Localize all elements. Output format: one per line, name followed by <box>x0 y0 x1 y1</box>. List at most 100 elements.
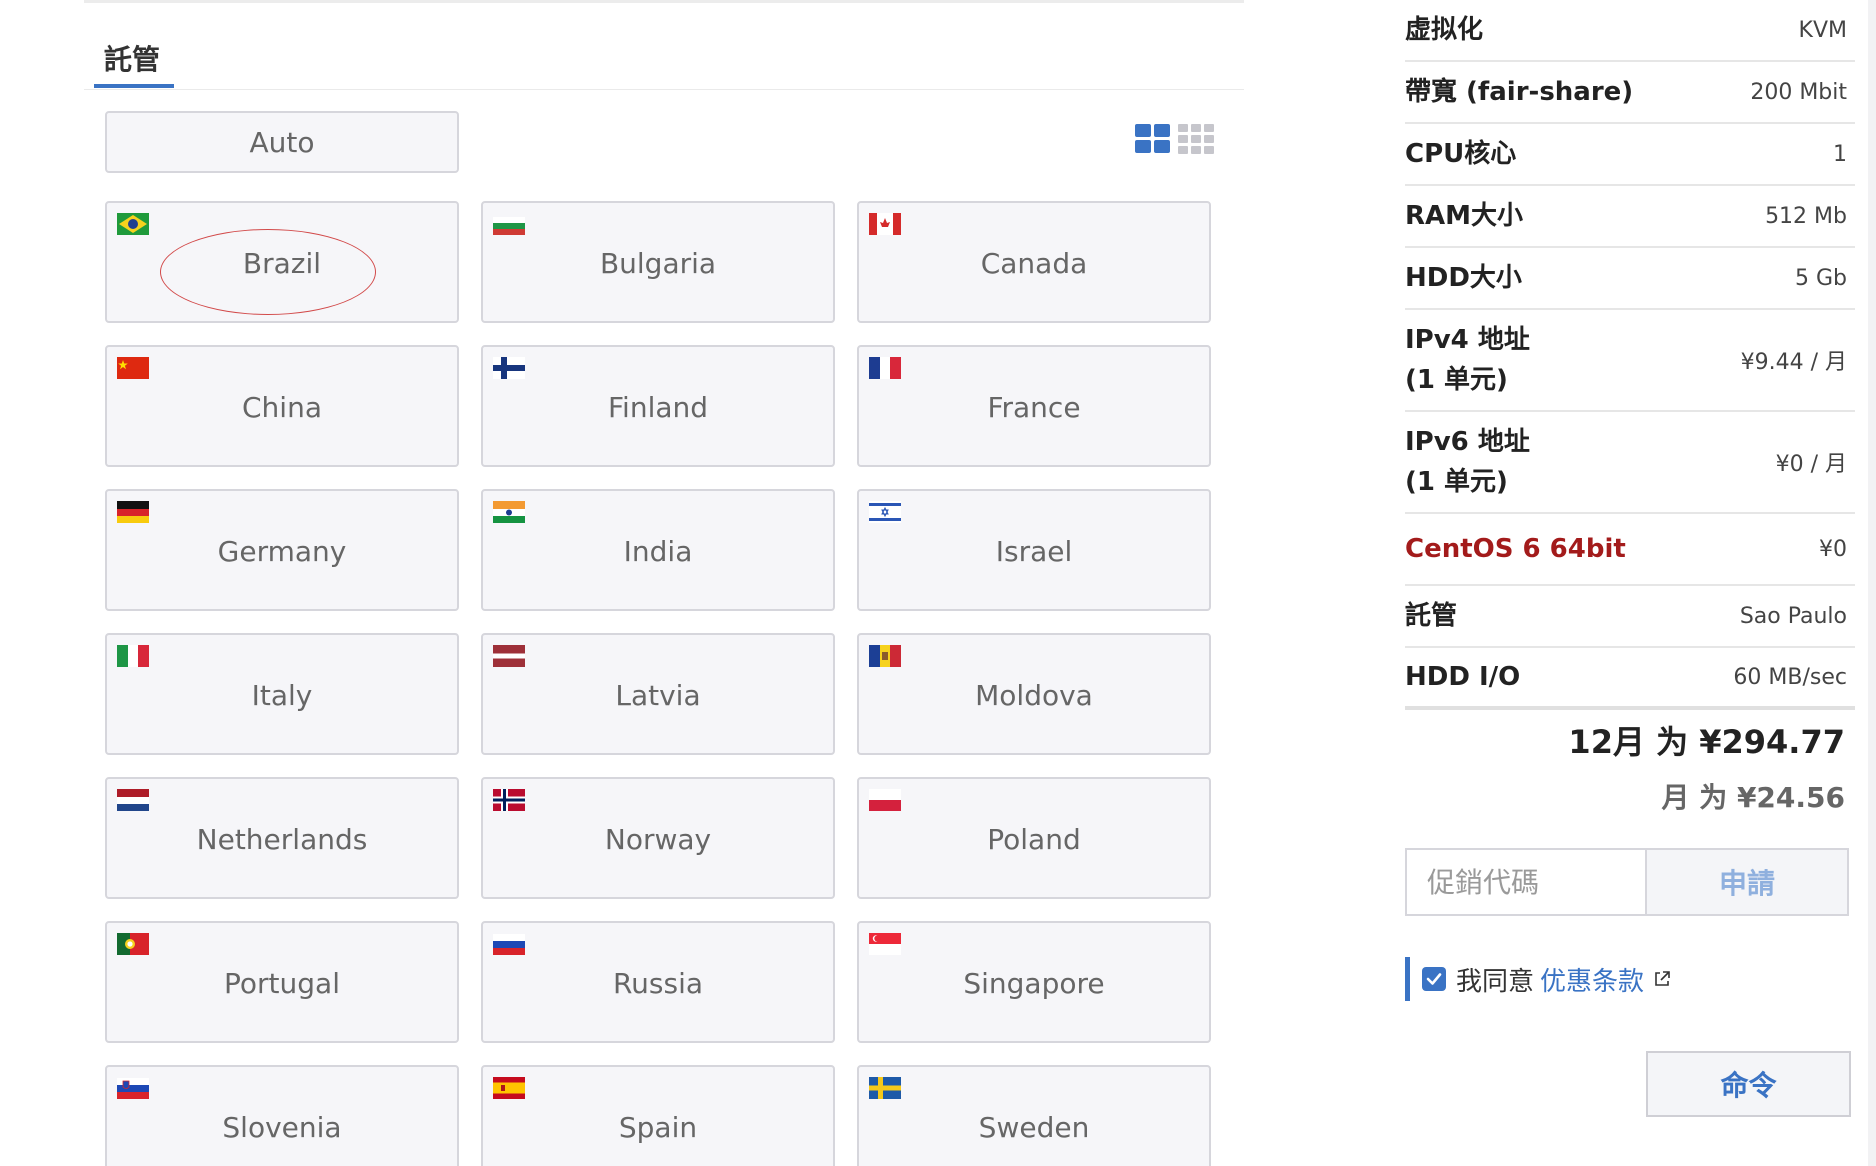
tab-bar: 託管 <box>84 30 1244 90</box>
spec-row-ipv4: IPv4 地址 (1 单元) ¥9.44 / 月 <box>1405 310 1855 412</box>
country-card-portugal[interactable]: Portugal <box>105 921 459 1043</box>
flag-germany-icon <box>117 501 149 523</box>
promo-code-input[interactable] <box>1407 850 1645 914</box>
spec-label: 虚拟化 <box>1405 15 1484 45</box>
large-grid-icon[interactable] <box>1135 124 1170 154</box>
country-name: Germany <box>217 534 347 568</box>
country-card-singapore[interactable]: Singapore <box>857 921 1211 1043</box>
flag-norway-icon <box>493 789 525 811</box>
spec-label: HDD大小 <box>1405 263 1522 293</box>
location-panel: 託管 Auto Brazil Bulgaria Canada China Fin… <box>0 0 1345 1166</box>
spec-row-cpu: CPU核心 1 <box>1405 124 1855 186</box>
country-card-china[interactable]: China <box>105 345 459 467</box>
country-name: Singapore <box>963 966 1105 1000</box>
apply-promo-button[interactable]: 申請 <box>1645 850 1847 914</box>
spec-value: ¥0 / 月 <box>1775 452 1847 477</box>
price-12-months: 12月 为 ¥294.77 <box>1568 723 1845 761</box>
spec-label: 託管 <box>1405 601 1458 631</box>
country-name: Canada <box>980 246 1088 280</box>
country-card-spain[interactable]: Spain <box>481 1065 835 1166</box>
flag-italy-icon <box>117 645 149 667</box>
country-card-france[interactable]: France <box>857 345 1211 467</box>
flag-brazil-icon <box>117 213 149 235</box>
spec-label: 帶寬 (fair-share) <box>1405 77 1634 107</box>
country-name: Spain <box>618 1110 698 1144</box>
country-card-india[interactable]: India <box>481 489 835 611</box>
country-name: Norway <box>604 822 712 856</box>
spec-value: 200 Mbit <box>1750 79 1847 105</box>
country-card-latvia[interactable]: Latvia <box>481 633 835 755</box>
spec-value: 60 MB/sec <box>1733 664 1847 690</box>
country-card-norway[interactable]: Norway <box>481 777 835 899</box>
view-toggle <box>1135 124 1214 154</box>
country-name: France <box>987 390 1081 424</box>
tab-hosting[interactable]: 託管 <box>94 30 170 89</box>
country-name: Slovenia <box>222 1110 342 1144</box>
country-name: Netherlands <box>196 822 368 856</box>
promo-code-group: 申請 <box>1405 848 1849 916</box>
flag-slovenia-icon <box>117 1078 149 1099</box>
country-name: Sweden <box>978 1110 1090 1144</box>
country-card-sweden[interactable]: Sweden <box>857 1065 1211 1166</box>
country-name: Latvia <box>615 678 701 712</box>
country-card-finland[interactable]: Finland <box>481 345 835 467</box>
flag-russia-icon <box>493 934 525 955</box>
flag-finland-icon <box>493 357 525 379</box>
country-name: Portugal <box>224 966 340 1000</box>
country-card-bulgaria[interactable]: Bulgaria <box>481 201 835 323</box>
country-name: Bulgaria <box>599 246 717 280</box>
external-link-icon[interactable] <box>1652 969 1672 989</box>
country-name: India <box>623 534 693 568</box>
country-name: Poland <box>987 822 1081 856</box>
spec-label-line1: IPv6 地址 <box>1405 427 1530 457</box>
auto-location-button[interactable]: Auto <box>105 111 459 173</box>
country-name: Italy <box>251 678 313 712</box>
spec-label: CentOS 6 64bit <box>1405 534 1626 564</box>
order-summary-panel: 虚拟化 KVM 帶寬 (fair-share) 200 Mbit CPU核心 1… <box>1345 0 1876 1166</box>
country-card-slovenia[interactable]: Slovenia <box>105 1065 459 1166</box>
spec-row-hdd: HDD大小 5 Gb <box>1405 248 1855 310</box>
flag-france-icon <box>869 357 901 379</box>
country-card-canada[interactable]: Canada <box>857 201 1211 323</box>
flag-moldova-icon <box>869 645 901 667</box>
spec-row-virtualization: 虚拟化 KVM <box>1405 0 1855 62</box>
order-summary-card: 虚拟化 KVM 帶寬 (fair-share) 200 Mbit CPU核心 1… <box>1345 0 1868 1166</box>
spec-row-hdd-io: HDD I/O 60 MB/sec <box>1405 648 1855 710</box>
country-card-brazil[interactable]: Brazil <box>105 201 459 323</box>
spec-row-os: CentOS 6 64bit ¥0 <box>1405 514 1855 586</box>
country-card-italy[interactable]: Italy <box>105 633 459 755</box>
spec-row-ipv6: IPv6 地址 (1 单元) ¥0 / 月 <box>1405 412 1855 514</box>
terms-link[interactable]: 优惠条款 <box>1540 961 1644 998</box>
flag-portugal-icon <box>117 933 149 955</box>
country-name: Israel <box>995 534 1073 568</box>
spec-row-bandwidth: 帶寬 (fair-share) 200 Mbit <box>1405 62 1855 124</box>
agree-checkbox[interactable] <box>1422 967 1446 991</box>
spec-row-location: 託管 Sao Paulo <box>1405 586 1855 648</box>
country-grid: Brazil Bulgaria Canada China Finland Fra… <box>105 201 1215 1166</box>
flag-israel-icon <box>869 501 901 523</box>
country-name: Brazil <box>242 246 322 280</box>
flag-canada-icon <box>869 213 901 235</box>
country-card-netherlands[interactable]: Netherlands <box>105 777 459 899</box>
order-button[interactable]: 命令 <box>1646 1051 1851 1117</box>
country-card-germany[interactable]: Germany <box>105 489 459 611</box>
flag-china-icon <box>117 357 149 379</box>
flag-poland-icon <box>869 789 901 811</box>
country-name: Russia <box>612 966 704 1000</box>
spec-row-ram: RAM大小 512 Mb <box>1405 186 1855 248</box>
spec-label: RAM大小 <box>1405 201 1524 231</box>
country-card-israel[interactable]: Israel <box>857 489 1211 611</box>
spec-label-line2: (1 单元) <box>1405 365 1508 395</box>
spec-value: ¥0 <box>1819 536 1847 562</box>
small-grid-icon[interactable] <box>1178 124 1214 154</box>
spec-value: 5 Gb <box>1794 265 1847 291</box>
country-name: China <box>242 390 322 424</box>
country-card-poland[interactable]: Poland <box>857 777 1211 899</box>
country-card-russia[interactable]: Russia <box>481 921 835 1043</box>
country-card-moldova[interactable]: Moldova <box>857 633 1211 755</box>
spec-label: IPv4 地址 (1 单元) <box>1405 320 1530 400</box>
terms-agreement: 我同意 优惠条款 <box>1405 957 1672 1001</box>
flag-latvia-icon <box>493 645 525 667</box>
flag-bulgaria-icon <box>493 217 525 235</box>
spec-value: 512 Mb <box>1765 203 1847 229</box>
